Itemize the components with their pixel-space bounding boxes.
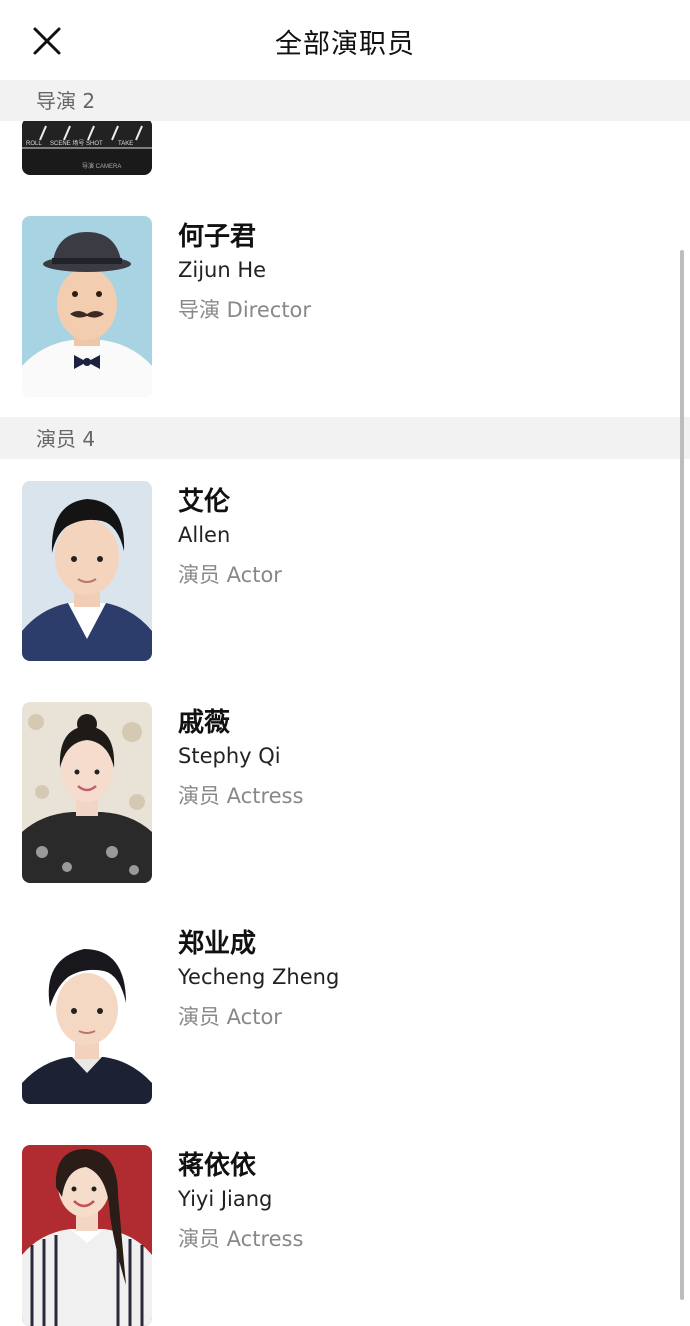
person-english-name: Yiyi Jiang [178,1187,273,1211]
clapper-scene-text: SCENE 场号 [50,139,84,147]
person-name[interactable]: 戚薇 [178,702,230,739]
person-name[interactable]: 郑业成 [178,923,256,960]
clapper-roll-text: ROLL [26,141,42,147]
clapper-take-text: TAKE [118,141,133,147]
section-header-directors: 导演 2 [0,79,690,121]
person-role: 演员 Actress [178,1227,304,1251]
director-photo-clapperboard[interactable]: ROLL SCENE 场号 SHOT TAKE 导演 CAMERA [22,118,152,175]
person-english-name: Zijun He [178,258,267,282]
scrollbar[interactable] [680,250,684,1300]
person-photo-stephy-qi[interactable] [22,702,152,883]
person-photo-yiyi-jiang[interactable] [22,1145,152,1326]
person-role: 导演 Director [178,298,312,322]
person-photo-zijun-he[interactable] [22,216,152,397]
person-role: 演员 Actor [178,563,282,587]
person-role: 演员 Actor [178,1005,282,1029]
person-name[interactable]: 何子君 [178,216,256,253]
person-name[interactable]: 艾伦 [178,481,230,518]
person-english-name: Allen [178,523,231,547]
person-english-name: Stephy Qi [178,744,281,768]
top-navigation-bar: 全部演职员 [0,0,690,80]
page-title: 全部演职员 [275,29,415,60]
person-name[interactable]: 蒋依依 [178,1145,256,1182]
person-english-name: Yecheng Zheng [178,965,340,989]
clapper-shot-text: SHOT [86,141,103,147]
person-photo-yecheng-zheng[interactable] [22,923,152,1104]
person-role: 演员 Actress [178,784,304,808]
person-photo-allen[interactable] [22,481,152,661]
clapper-misc-text: 导演 CAMERA [82,162,121,170]
section-header-actors: 演员 4 [0,417,690,459]
